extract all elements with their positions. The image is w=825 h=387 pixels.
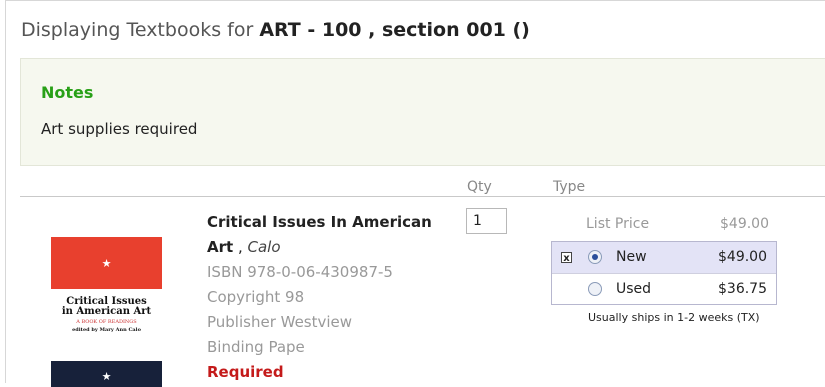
book-isbn: ISBN 978-0-06-430987-5: [207, 263, 393, 281]
option-used[interactable]: Used $36.75: [552, 273, 776, 305]
book-copyright: Copyright 98: [207, 288, 305, 306]
option-used-price: $36.75: [718, 281, 767, 297]
list-price-label: List Price: [586, 216, 650, 232]
required-status: Required: [207, 363, 284, 381]
cover-subtitle: A BOOK OF READINGS: [76, 319, 137, 325]
table-divider: [20, 196, 825, 197]
radio-used[interactable]: [588, 282, 602, 296]
cover-star-icon: ★: [101, 257, 112, 270]
book-details: Critical Issues In American Art , Calo I…: [207, 210, 447, 385]
book-cover-image: ★ Critical Issues in American Art A BOOK…: [51, 237, 162, 387]
purchase-options: x New $49.00 Used $36.75: [551, 241, 777, 305]
option-new-price: $49.00: [718, 249, 767, 265]
radio-new[interactable]: [588, 250, 602, 264]
column-header-qty: Qty: [467, 179, 492, 195]
option-new[interactable]: x New $49.00: [552, 242, 776, 273]
book-author: Calo: [247, 238, 281, 256]
column-header-type: Type: [553, 179, 586, 195]
cover-title-block: Critical Issues in American Art A BOOK O…: [51, 289, 162, 365]
shipping-note: Usually ships in 1-2 weeks (TX): [588, 311, 760, 324]
list-price-value: $49.00: [720, 216, 769, 232]
page-heading: Displaying Textbooks for ART - 100 , sec…: [21, 19, 530, 41]
book-binding: Binding Pape: [207, 338, 305, 356]
cover-editor: edited by Mary Ann Calo: [72, 327, 141, 333]
option-used-label: Used: [616, 281, 652, 297]
quantity-input[interactable]: [466, 208, 507, 234]
option-new-label: New: [616, 249, 647, 265]
cover-star-icon-2: ★: [101, 370, 112, 383]
remove-icon[interactable]: x: [561, 252, 572, 264]
heading-prefix: Displaying Textbooks for: [21, 19, 254, 41]
course-name: ART - 100 , section 001 (): [259, 19, 530, 41]
author-separator: ,: [233, 238, 248, 256]
notes-title: Notes: [41, 83, 94, 102]
notes-text: Art supplies required: [41, 120, 198, 138]
cover-title-line2: in American Art: [61, 306, 152, 317]
book-publisher: Publisher Westview: [207, 313, 353, 331]
notes-panel: Notes Art supplies required: [20, 58, 825, 166]
